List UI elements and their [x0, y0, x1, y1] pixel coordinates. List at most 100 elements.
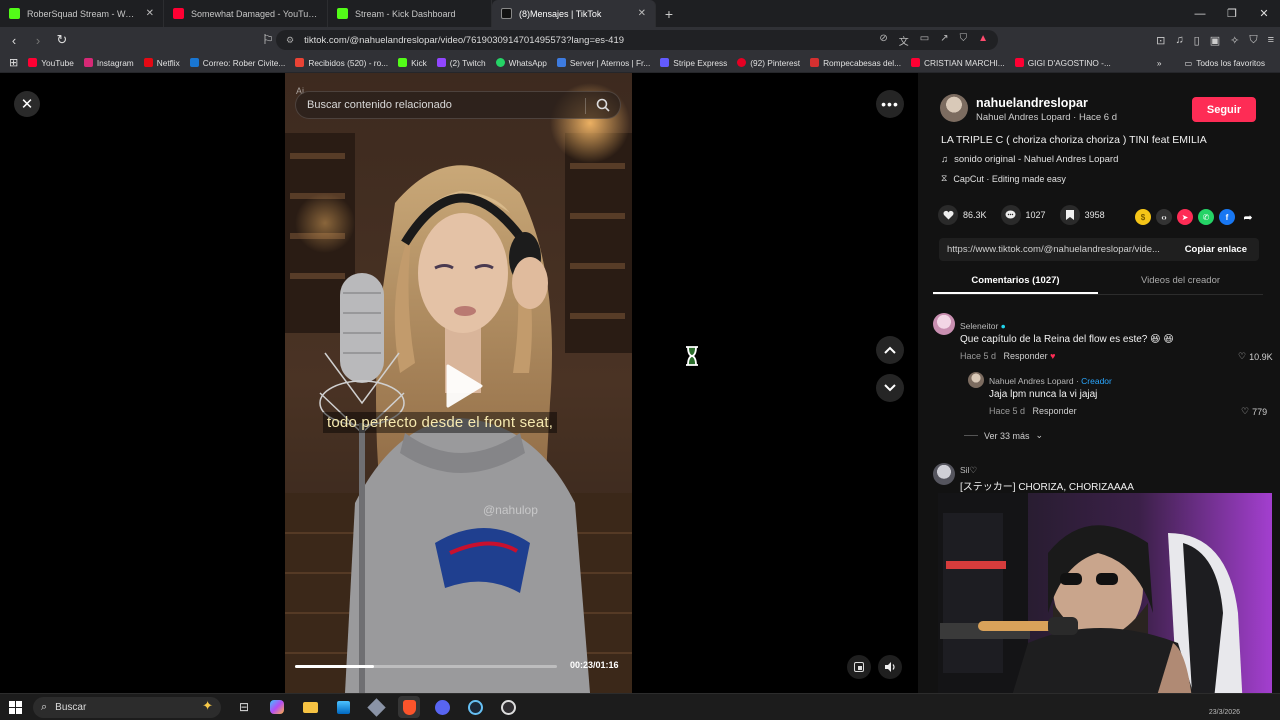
chevron-up-icon: [884, 346, 896, 354]
avatar[interactable]: [968, 372, 984, 388]
author-username[interactable]: nahuelandreslopar: [976, 96, 1088, 110]
back-icon[interactable]: ‹: [4, 33, 24, 48]
view-more-replies-button[interactable]: Ver 33 más ⌄: [964, 430, 1043, 441]
capcut-link[interactable]: ⧖ CapCut · Editing made easy: [941, 173, 1066, 184]
copilot-icon[interactable]: [266, 696, 288, 718]
close-video-button[interactable]: ✕: [14, 91, 40, 117]
media-icon[interactable]: ♫: [1175, 34, 1183, 46]
comment-like-button[interactable]: ♡ 779: [1241, 406, 1267, 417]
sound-link[interactable]: ♫ sonido original - Nahuel Andres Lopard: [941, 154, 1118, 165]
close-window-icon[interactable]: ✕: [1248, 0, 1280, 27]
no-tracking-icon[interactable]: ⊘: [879, 33, 887, 48]
minimize-icon[interactable]: —: [1184, 0, 1216, 27]
previous-video-button[interactable]: [876, 336, 904, 364]
tab-comments[interactable]: Comentarios (1027): [933, 270, 1098, 294]
windows-start-icon[interactable]: [0, 700, 30, 714]
bookmark-pinterest[interactable]: (92) Pinterest: [732, 58, 805, 68]
restore-icon[interactable]: ❐: [1216, 0, 1248, 27]
obs-icon[interactable]: [497, 696, 519, 718]
steam-icon[interactable]: [464, 696, 486, 718]
close-icon[interactable]: ✕: [146, 8, 154, 19]
task-view-icon[interactable]: ⊟: [233, 696, 255, 718]
like-button[interactable]: 86.3K: [938, 205, 987, 225]
bookmark-instagram[interactable]: Instagram: [79, 58, 139, 68]
translate-icon[interactable]: 文: [899, 33, 909, 48]
comment-like-button[interactable]: ♡ 10.9K: [1238, 351, 1273, 362]
menu-icon[interactable]: ≡: [1268, 34, 1274, 46]
tab-robersquad[interactable]: RoberSquad Stream - Watch Live ✕: [0, 0, 164, 27]
bookmark-rompecabesas[interactable]: Rompecabesas del...: [805, 58, 906, 68]
facebook-icon[interactable]: f: [1219, 209, 1235, 225]
tab-kick-dashboard[interactable]: Stream - Kick Dashboard: [328, 0, 492, 27]
play-icon[interactable]: [444, 363, 484, 414]
avatar[interactable]: [940, 94, 968, 122]
embed-icon[interactable]: ‹›: [1156, 209, 1172, 225]
search-icon[interactable]: [596, 98, 610, 115]
share-link-text[interactable]: https://www.tiktok.com/@nahuelandreslopa…: [939, 244, 1173, 255]
vpn-icon[interactable]: ⛉: [1249, 34, 1257, 47]
bookmark-aternos[interactable]: Server | Aternos | Fr...: [552, 58, 655, 68]
extensions-icon[interactable]: ✧: [1230, 34, 1239, 47]
wallet-icon[interactable]: ▣: [1210, 34, 1220, 47]
follow-button[interactable]: Seguir: [1192, 97, 1256, 122]
apps-icon[interactable]: ⊞: [4, 56, 23, 69]
share-arrow-icon[interactable]: ➦: [1240, 209, 1256, 225]
reload-icon[interactable]: ↻: [52, 32, 72, 48]
address-bar[interactable]: ⚙ tiktok.com/@nahuelandreslopar/video/76…: [276, 30, 998, 50]
file-explorer-icon[interactable]: [299, 696, 321, 718]
store-icon[interactable]: [332, 696, 354, 718]
tiktok-icon: [501, 8, 512, 19]
bookmark-twitch[interactable]: (2) Twitch: [432, 58, 491, 68]
bookmark-correo[interactable]: Correo: Rober Civite...: [185, 58, 291, 68]
discord-icon[interactable]: [431, 696, 453, 718]
video-player[interactable]: Ai Buscar contenido relacionado todo per…: [285, 73, 632, 693]
share-icon[interactable]: ↗: [940, 33, 948, 48]
close-icon[interactable]: ✕: [638, 8, 646, 19]
bookmark-icon[interactable]: ⚐: [258, 32, 278, 48]
bookmark-gigi[interactable]: GIGI D'AGOSTINO -...: [1010, 58, 1116, 68]
save-button[interactable]: 3958: [1059, 205, 1105, 225]
forward-icon[interactable]: ›: [28, 33, 48, 48]
next-video-button[interactable]: [876, 374, 904, 402]
sidebar-icon[interactable]: ▯: [1194, 34, 1200, 47]
related-search-input[interactable]: Buscar contenido relacionado: [295, 91, 621, 119]
coin-icon[interactable]: $: [1135, 209, 1151, 225]
cast-icon[interactable]: ▭: [920, 33, 929, 48]
new-tab-button[interactable]: +: [656, 0, 682, 27]
reply-button[interactable]: Responder: [1004, 351, 1048, 361]
avatar[interactable]: [933, 463, 955, 485]
capcut-label: CapCut · Editing made easy: [953, 173, 1066, 184]
bookmark-youtube[interactable]: YouTube: [23, 58, 79, 68]
more-bookmarks-icon[interactable]: »: [1157, 58, 1162, 68]
bookmark-netflix[interactable]: Netflix: [139, 58, 185, 68]
bookmark-whatsapp[interactable]: WhatsApp: [491, 58, 552, 68]
comment-author[interactable]: Seleneitor ●: [960, 321, 1006, 331]
copy-link-button[interactable]: Copiar enlace: [1173, 244, 1259, 255]
all-bookmarks[interactable]: ▭ Todos los favoritos: [1179, 58, 1270, 68]
comment-author[interactable]: Nahuel Andres Lopard · Creador: [989, 376, 1112, 386]
taskbar-search[interactable]: ⌕ Buscar ✦: [33, 696, 221, 718]
bookmark-stripe[interactable]: Stripe Express: [655, 58, 732, 68]
whatsapp-icon[interactable]: ✆: [1198, 209, 1214, 225]
video-progress-bar[interactable]: [295, 665, 557, 668]
screenshot-icon[interactable]: ⊡: [1156, 34, 1165, 47]
comment-button[interactable]: 1027: [1000, 205, 1046, 225]
bookmark-cristian[interactable]: CRISTIAN MARCHI...: [906, 58, 1010, 68]
shield-icon[interactable]: ⛉: [960, 33, 968, 48]
app-icon[interactable]: [365, 696, 387, 718]
avatar[interactable]: [933, 313, 955, 335]
repost-icon[interactable]: ➤: [1177, 209, 1193, 225]
bookmark-kick[interactable]: Kick: [393, 58, 432, 68]
brave-browser-icon[interactable]: [398, 696, 420, 718]
comment-author[interactable]: Sil♡: [960, 465, 977, 476]
rewards-icon[interactable]: ▲: [978, 33, 988, 48]
tab-youtube[interactable]: Somewhat Damaged - YouTube: [164, 0, 328, 27]
tab-creator-videos[interactable]: Videos del creador: [1098, 270, 1263, 294]
tab-tiktok[interactable]: (8)Mensajes | TikTok ✕: [492, 0, 656, 27]
volume-button[interactable]: [878, 655, 902, 679]
reply-button[interactable]: Responder: [1033, 406, 1077, 416]
more-options-button[interactable]: •••: [876, 90, 904, 118]
bookmark-gmail[interactable]: Recibidos (520) - ro...: [290, 58, 393, 68]
site-info-icon[interactable]: ⚙: [286, 35, 294, 46]
pip-button[interactable]: [847, 655, 871, 679]
